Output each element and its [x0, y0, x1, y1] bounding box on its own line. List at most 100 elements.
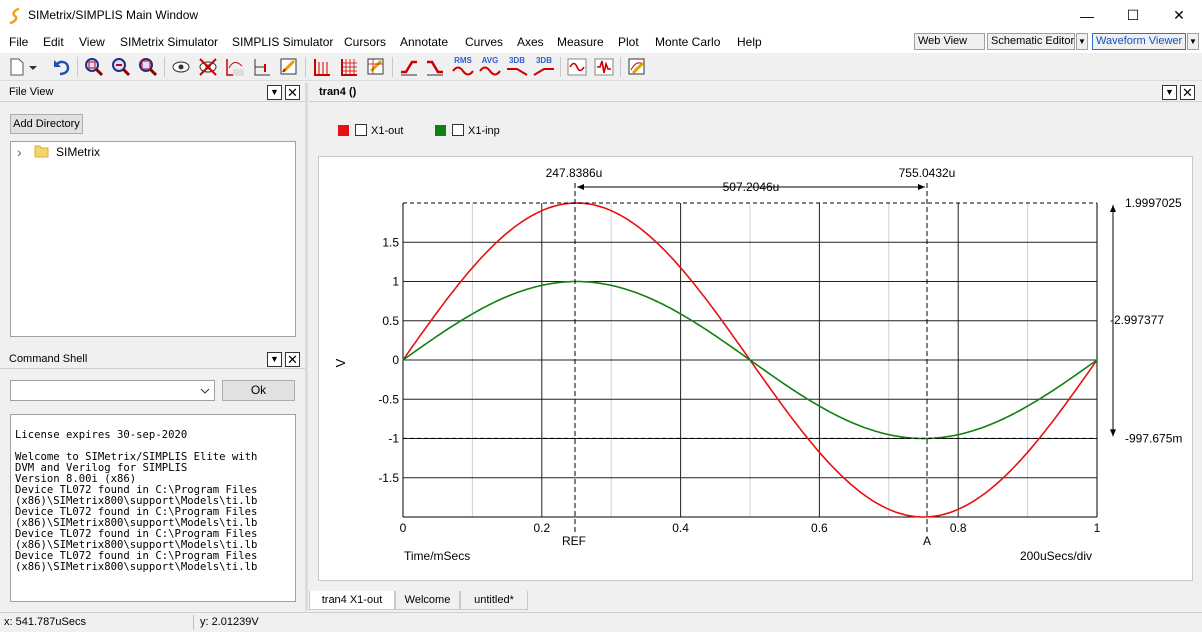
menu-simplis-simulator[interactable]: SIMPLIS Simulator	[232, 35, 333, 49]
web-view-button[interactable]: Web View	[914, 33, 985, 50]
3db-low-icon	[507, 68, 528, 76]
rms-wave-icon	[452, 66, 474, 76]
chevron-down-icon: ▼	[270, 354, 279, 364]
simetrix-logo-icon	[9, 8, 20, 24]
waveform-viewer-dropdown[interactable]: ▼	[1187, 33, 1199, 50]
folder-icon	[34, 145, 49, 158]
graph-menu-button[interactable]: ▼	[1162, 85, 1177, 100]
close-button[interactable]: ✕	[1156, 0, 1202, 31]
cursor-a-time: 755.0432u	[899, 166, 956, 180]
file-tree: › SIMetrix	[10, 141, 296, 337]
avg-wave-icon	[479, 66, 501, 76]
status-y: y: 2.01239V	[200, 616, 259, 628]
menu-file[interactable]: File	[9, 35, 28, 49]
menu-axes[interactable]: Axes	[517, 35, 544, 49]
menu-simetrix-simulator[interactable]: SIMetrix Simulator	[120, 35, 218, 49]
x-tick-label: 0.2	[533, 521, 550, 535]
minimize-button[interactable]: —	[1064, 0, 1110, 31]
menu-help[interactable]: Help	[737, 35, 762, 49]
plot-properties-icon[interactable]	[626, 56, 648, 78]
command-input[interactable]	[10, 380, 215, 401]
x-tick-label: 0.8	[950, 521, 967, 535]
menu-plot[interactable]: Plot	[618, 35, 639, 49]
status-divider	[193, 615, 194, 630]
show-curve-icon[interactable]	[170, 56, 192, 78]
graph-close-button[interactable]: ✕	[1180, 85, 1195, 100]
toolbar-separator	[620, 57, 621, 77]
y-tick-label: 0.5	[382, 314, 399, 328]
edit-axis-icon[interactable]	[278, 56, 300, 78]
maximize-button[interactable]: ☐	[1110, 0, 1156, 31]
schematic-editor-button[interactable]: Schematic Editor	[987, 33, 1075, 50]
command-shell-close-button[interactable]: ✕	[285, 352, 300, 367]
fft-icon[interactable]	[593, 56, 615, 78]
delta-arrow-head	[577, 184, 584, 190]
menu-edit[interactable]: Edit	[43, 35, 64, 49]
tree-item-simetrix[interactable]: SIMetrix	[56, 145, 100, 159]
y-tick-label: -1.5	[378, 471, 399, 485]
avg-button[interactable]: AVG	[478, 56, 502, 78]
menu-cursors[interactable]: Cursors	[344, 35, 386, 49]
command-shell-header: Command Shell ▼ ✕	[0, 350, 305, 369]
add-directory-button[interactable]: Add Directory	[10, 114, 83, 134]
graph-properties-icon[interactable]	[365, 56, 387, 78]
rising-edge-icon[interactable]	[398, 56, 420, 78]
menu-curves[interactable]: Curves	[465, 35, 503, 49]
falling-edge-icon[interactable]	[424, 56, 446, 78]
cursor-delta-value: -2.997377	[1110, 313, 1164, 327]
3db-high-button[interactable]: 3DB	[532, 56, 556, 78]
3db-low-button[interactable]: 3DB	[505, 56, 529, 78]
3db-low-label: 3DB	[508, 56, 525, 65]
zoom-out-icon[interactable]	[110, 56, 132, 78]
cursor-ref-label[interactable]: REF	[562, 534, 586, 548]
toolbar-separator	[77, 57, 78, 77]
grid-icon[interactable]	[338, 56, 360, 78]
cursor-a-label[interactable]: A	[923, 534, 931, 548]
toolbar-separator	[392, 57, 393, 77]
waveform-chart[interactable]: 0 0.2 0.4 0.6 0.8 1 1.5 1 0.5 0 -0.5 -1 -1.5 V Time/…	[319, 157, 1192, 580]
ok-button[interactable]: Ok	[222, 380, 295, 401]
menu-measure[interactable]: Measure	[557, 35, 604, 49]
x-tick-label: 1	[1094, 521, 1101, 535]
schematic-editor-dropdown[interactable]: ▼	[1076, 33, 1088, 50]
x-scale-label: 200uSecs/div	[1020, 549, 1092, 563]
tab-welcome[interactable]: Welcome	[395, 591, 460, 610]
x-axis-label: Time/mSecs	[404, 549, 470, 563]
file-view-menu-button[interactable]: ▼	[267, 85, 282, 100]
chevron-down-icon[interactable]	[200, 387, 210, 395]
undo-icon[interactable]	[51, 56, 73, 78]
delta-arrow-head	[918, 184, 925, 190]
file-view-close-button[interactable]: ✕	[285, 85, 300, 100]
menu-view[interactable]: View	[79, 35, 105, 49]
chevron-down-icon: ▼	[270, 87, 279, 97]
zoom-box-icon[interactable]	[83, 56, 105, 78]
cursor-a-value: -997.675m	[1125, 431, 1182, 445]
status-x: x: 541.787uSecs	[4, 616, 86, 628]
legend-swatch-x1-inp	[435, 125, 446, 136]
tree-expand-icon[interactable]: ›	[17, 144, 22, 160]
legend-checkbox-x1-inp[interactable]	[452, 124, 464, 136]
new-axis-icon[interactable]	[251, 56, 273, 78]
rms-button[interactable]: RMS	[451, 56, 475, 78]
axis-icon[interactable]	[311, 56, 333, 78]
new-file-icon[interactable]	[6, 56, 28, 78]
curve-label-icon[interactable]	[224, 56, 246, 78]
menu-annotate[interactable]: Annotate	[400, 35, 448, 49]
cursors[interactable]	[403, 183, 1116, 533]
tab-tran4-x1-out[interactable]: tran4 X1-out	[309, 591, 395, 610]
new-file-dropdown-icon[interactable]	[26, 56, 40, 78]
sine-measure-icon[interactable]	[566, 56, 588, 78]
legend-checkbox-x1-out[interactable]	[355, 124, 367, 136]
legend: X1-out X1-inp	[319, 112, 1192, 149]
y-tick-label: 0	[392, 353, 399, 367]
command-shell-menu-button[interactable]: ▼	[267, 352, 282, 367]
command-output: License expires 30-sep-2020 Welcome to S…	[10, 414, 296, 602]
splitter[interactable]	[305, 83, 308, 611]
chart-canvas[interactable]: 0 0.2 0.4 0.6 0.8 1 1.5 1 0.5 0 -0.5 -1 -1.5 V Time/…	[318, 156, 1193, 581]
y-axis-label: V	[333, 358, 348, 367]
tab-untitled[interactable]: untitled*	[460, 591, 528, 610]
hide-curve-icon[interactable]	[197, 56, 219, 78]
menu-monte-carlo[interactable]: Monte Carlo	[655, 35, 720, 49]
waveform-viewer-button[interactable]: Waveform Viewer	[1092, 33, 1186, 50]
zoom-fit-icon[interactable]	[137, 56, 159, 78]
